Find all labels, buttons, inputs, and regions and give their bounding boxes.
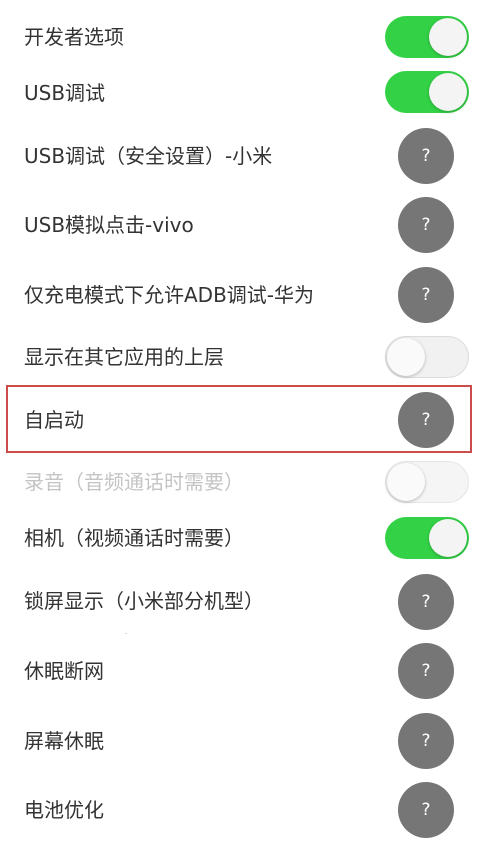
help-button[interactable]: ? (398, 643, 454, 699)
developer-options-toggle[interactable] (385, 16, 469, 58)
setting-label: 锁屏显示（小米部分机型） (24, 589, 264, 613)
help-button[interactable]: ? (398, 782, 454, 838)
usb-debugging-toggle[interactable] (385, 71, 469, 113)
setting-label: 录音（音频通话时需要） (24, 470, 244, 494)
help-button[interactable]: ? (398, 267, 454, 323)
help-button[interactable]: ? (398, 128, 454, 184)
setting-label: 显示在其它应用的上层 (24, 345, 224, 369)
setting-label: 开发者选项 (24, 25, 124, 49)
toggle-knob (429, 519, 467, 557)
help-button[interactable]: ? (398, 713, 454, 769)
setting-label: USB模拟点击-vivo (24, 213, 194, 237)
setting-label: 休眠断网 (24, 659, 104, 683)
toggle-knob (387, 338, 425, 376)
help-button[interactable]: ? (398, 197, 454, 253)
setting-label: USB调试（安全设置）-小米 (24, 144, 273, 168)
toggle-knob (387, 463, 425, 501)
setting-label: 电池优化 (24, 798, 104, 822)
camera-toggle[interactable] (385, 517, 469, 559)
display-over-apps-toggle[interactable] (385, 336, 469, 378)
record-audio-toggle (385, 461, 469, 503)
setting-label: 仅充电模式下允许ADB调试-华为 (24, 283, 315, 307)
help-button[interactable]: ? (398, 392, 454, 448)
toggle-knob (429, 73, 467, 111)
setting-label: USB调试 (24, 81, 106, 105)
setting-label: 屏幕休眠 (24, 729, 104, 753)
setting-label: 相机（视频通话时需要） (24, 526, 244, 550)
help-button[interactable]: ? (398, 574, 454, 630)
divider (125, 633, 127, 634)
toggle-knob (429, 18, 467, 56)
setting-label: 自启动 (24, 408, 84, 432)
